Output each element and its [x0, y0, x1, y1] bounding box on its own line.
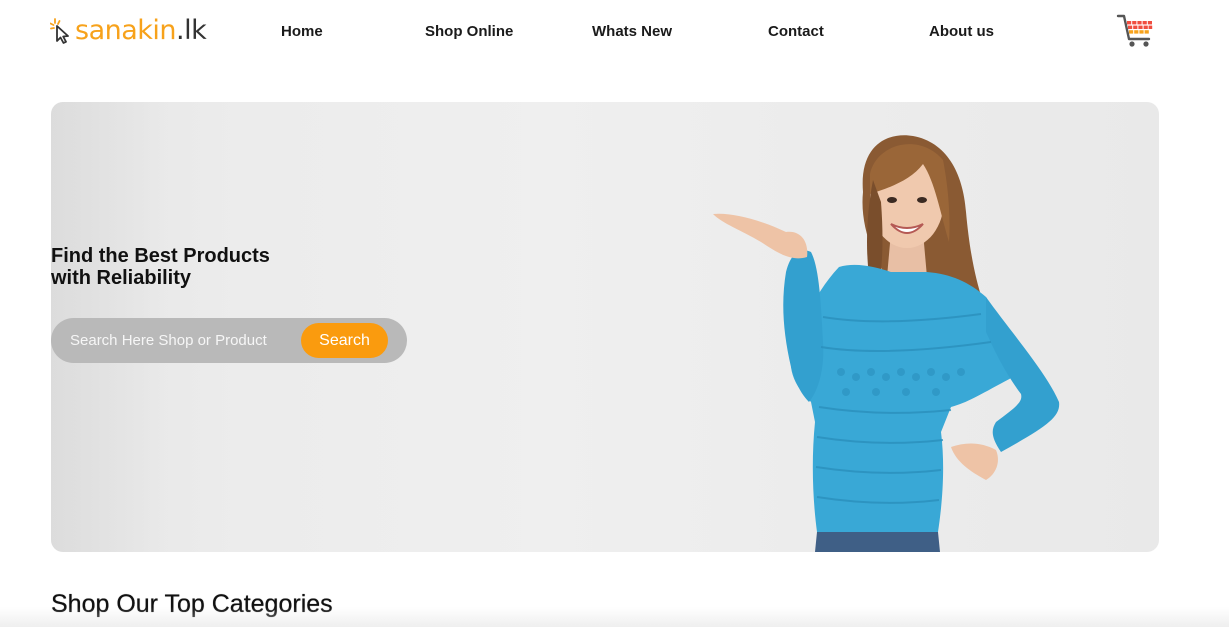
shopping-cart-icon[interactable] [1116, 13, 1156, 49]
nav-home-link[interactable]: Home [281, 23, 323, 40]
hero-title-line-1: Find the Best Products [51, 245, 270, 267]
search-bar: Search [51, 318, 407, 363]
cursor-click-icon [50, 18, 69, 44]
search-input[interactable] [70, 318, 295, 363]
nav-whats-new-link[interactable]: Whats New [592, 23, 672, 40]
logo-domain-suffix: .lk [176, 15, 207, 46]
hero-title-line-2: with Reliability [51, 267, 192, 289]
hero-banner: Find the Best Products with Reliability … [51, 102, 1159, 552]
logo-wordmark: sanakin.lk [75, 14, 207, 48]
nav-shop-online-link[interactable]: Shop Online [425, 23, 513, 40]
logo-brand-name: sanakin [75, 15, 177, 46]
search-button[interactable]: Search [301, 323, 388, 358]
page-bottom-fade [0, 607, 1229, 627]
nav-contact-link[interactable]: Contact [768, 23, 824, 40]
hero-model-image [713, 135, 1060, 552]
hero-title: Find the Best Products with Reliability [51, 245, 270, 289]
site-logo[interactable]: sanakin.lk [50, 14, 207, 48]
nav-about-us-link[interactable]: About us [929, 23, 994, 40]
